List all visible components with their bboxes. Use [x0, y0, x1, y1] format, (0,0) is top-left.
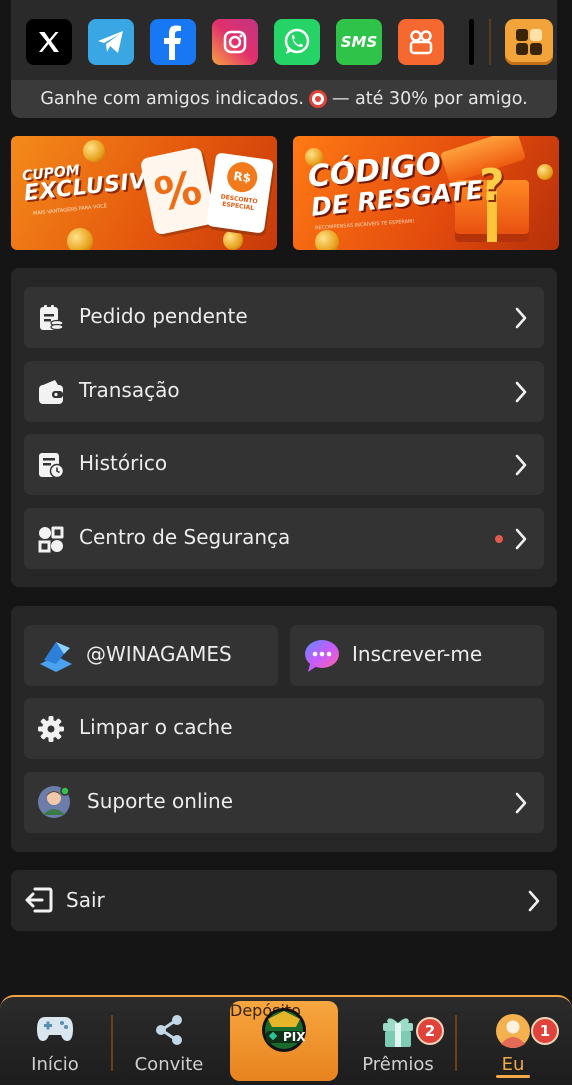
tab-convite-label: Convite [134, 1054, 204, 1075]
sms-label: SMS [340, 33, 378, 51]
bottom-navigation: Início Convite PIX Depósito Prêmios 2 Eu… [0, 995, 572, 1085]
chevron-right-icon [515, 792, 527, 814]
chat-bubble-icon [302, 638, 342, 674]
telegram-icon[interactable] [88, 19, 134, 65]
sms-icon[interactable]: SMS [336, 19, 382, 65]
winagames-logo-icon [36, 638, 76, 674]
whatsapp-icon[interactable] [274, 19, 320, 65]
more-apps-icon[interactable] [505, 19, 553, 65]
subscribe-button[interactable]: Inscrever-me [290, 625, 544, 686]
x-icon[interactable] [26, 19, 72, 65]
pix-badge: PIX [283, 1030, 306, 1044]
chevron-right-icon [515, 307, 527, 329]
history-label: Histórico [79, 451, 168, 475]
online-support-label: Suporte online [87, 789, 234, 813]
percent-card: % [139, 146, 217, 236]
gear-icon [36, 714, 65, 743]
instagram-icon[interactable] [212, 19, 258, 65]
premios-count-badge: 2 [416, 1017, 444, 1045]
channel-label: @WINAGAMES [86, 642, 232, 666]
logout-icon [25, 886, 53, 914]
clear-cache-label: Limpar o cache [79, 715, 233, 739]
share-scroll-edge [469, 19, 474, 65]
alert-dot [495, 535, 503, 543]
tab-divider [111, 1015, 113, 1071]
redeem-subtitle: RECOMPENSAS INCRÍVEIS TE ESPERAM! [314, 218, 415, 232]
kwai-icon[interactable] [398, 19, 444, 65]
security-center-item[interactable]: Centro de Segurança [24, 508, 544, 569]
transaction-item[interactable]: Transação [24, 361, 544, 422]
tab-premios-label: Prêmios [362, 1054, 434, 1075]
currency-badge: R$ [225, 160, 260, 195]
tab-eu-label: Eu [501, 1054, 525, 1075]
logout-label: Sair [66, 888, 105, 912]
tab-inicio[interactable]: Início [0, 997, 110, 1085]
logout-button[interactable]: Sair [11, 870, 557, 931]
share-divider [489, 19, 491, 65]
security-icon [36, 524, 65, 553]
eu-count-badge: 1 [531, 1017, 559, 1045]
tab-divider [455, 1015, 457, 1071]
coin-decoration [537, 164, 553, 180]
pending-order-item[interactable]: Pedido pendente [24, 287, 544, 348]
tab-convite[interactable]: Convite [114, 997, 224, 1085]
share-icon [152, 1013, 186, 1051]
gift-icon [379, 1013, 417, 1053]
user-avatar-icon [495, 1013, 531, 1053]
referral-text-start: Ganhe com amigos indicados. [40, 89, 304, 109]
target-icon [308, 89, 328, 109]
tab-inicio-label: Início [31, 1054, 79, 1075]
community-menu: @WINAGAMES Inscrever-me Limpar o cache S… [11, 606, 557, 852]
share-panel: SMS Ganhe com amigos indicados. — até 30… [11, 0, 557, 118]
tab-deposito[interactable]: PIX Depósito [230, 1001, 338, 1081]
chevron-right-icon [515, 528, 527, 550]
online-support-item[interactable]: Suporte online [24, 772, 544, 833]
discount-ticket: R$ DESCONTO ESPECIAL [206, 152, 274, 234]
coupon-banner[interactable]: CUPOM EXCLUSIVO MAIS VANTAGENS PARA VOCÊ… [11, 136, 277, 250]
referral-text-end: — até 30% por amigo. [331, 89, 528, 109]
wallet-icon [36, 377, 65, 406]
coin-decoration [83, 140, 105, 162]
channel-button[interactable]: @WINAGAMES [24, 625, 278, 686]
referral-info: Ganhe com amigos indicados. — até 30% po… [11, 80, 557, 118]
clear-cache-item[interactable]: Limpar o cache [24, 698, 544, 759]
chevron-right-icon [515, 454, 527, 476]
gamepad-icon [35, 1013, 75, 1047]
facebook-icon[interactable] [150, 19, 196, 65]
coin-decoration [67, 228, 93, 250]
support-avatar-icon [37, 785, 71, 819]
chevron-right-icon [528, 890, 540, 912]
coin-decoration [315, 230, 339, 250]
pending-order-icon [36, 303, 65, 332]
ticket-text: DESCONTO ESPECIAL [220, 193, 258, 213]
pending-order-label: Pedido pendente [79, 304, 248, 328]
coin-decoration [223, 230, 243, 250]
redeem-code-banner[interactable]: ? CÓDIGO DE RESGATE RECOMPENSAS INCRÍVEI… [293, 136, 559, 250]
subscribe-label: Inscrever-me [352, 642, 483, 666]
history-icon [36, 450, 65, 479]
transaction-label: Transação [79, 378, 180, 402]
history-item[interactable]: Histórico [24, 434, 544, 495]
percent-symbol: % [149, 159, 207, 223]
share-icons-row: SMS [26, 19, 556, 65]
chevron-right-icon [515, 381, 527, 403]
coupon-subtitle: MAIS VANTAGENS PARA VOCÊ [32, 203, 108, 217]
active-tab-indicator [496, 1075, 530, 1078]
account-menu: Pedido pendente Transação Histórico Cent… [11, 268, 557, 587]
security-label: Centro de Segurança [79, 525, 291, 549]
